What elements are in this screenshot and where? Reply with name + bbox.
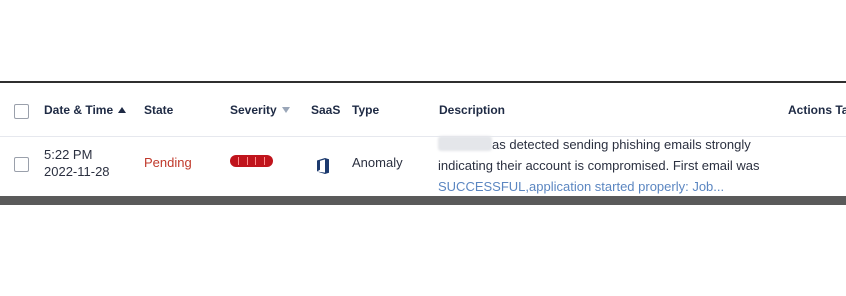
- row-description[interactable]: as detected sending phishing emails stro…: [438, 134, 778, 197]
- description-line-1: as detected sending phishing emails stro…: [438, 134, 778, 155]
- row-date-time: 5:22 PM 2022-11-28: [44, 146, 110, 180]
- column-header-state[interactable]: State: [144, 103, 173, 117]
- severity-indicator: [230, 155, 273, 167]
- row-time: 5:22 PM: [44, 147, 93, 162]
- sort-ascending-icon[interactable]: [118, 107, 127, 113]
- row-state-badge: Pending: [144, 155, 192, 170]
- description-line-2: indicating their account is compromised.…: [438, 158, 760, 173]
- column-header-description[interactable]: Description: [439, 103, 505, 117]
- column-header-type[interactable]: Type: [352, 103, 379, 117]
- row-select-checkbox[interactable]: [14, 157, 29, 172]
- horizontal-scrollbar[interactable]: [0, 196, 846, 205]
- redacted-user: [438, 136, 492, 151]
- table-header-row: Date & Time State Severity SaaS Type Des…: [0, 83, 846, 137]
- select-all-checkbox[interactable]: [14, 104, 29, 119]
- column-header-saas[interactable]: SaaS: [311, 103, 340, 117]
- description-line-3[interactable]: SUCCESSFUL,application started properly:…: [438, 176, 778, 197]
- row-type: Anomaly: [352, 155, 403, 170]
- column-header-actions-taken[interactable]: Actions Ta: [788, 103, 846, 117]
- column-header-date-time-label: Date & Time: [44, 103, 114, 117]
- alerts-table: Date & Time State Severity SaaS Type Des…: [0, 81, 846, 205]
- column-header-severity-label: Severity: [230, 103, 277, 117]
- row-date: 2022-11-28: [44, 164, 110, 179]
- office-365-icon: [317, 158, 329, 174]
- sort-descending-icon[interactable]: [281, 107, 290, 113]
- column-header-severity[interactable]: Severity: [230, 103, 290, 117]
- column-header-date-time[interactable]: Date & Time: [44, 103, 127, 117]
- table-row[interactable]: 5:22 PM 2022-11-28 Pending Anomaly as de…: [0, 136, 846, 196]
